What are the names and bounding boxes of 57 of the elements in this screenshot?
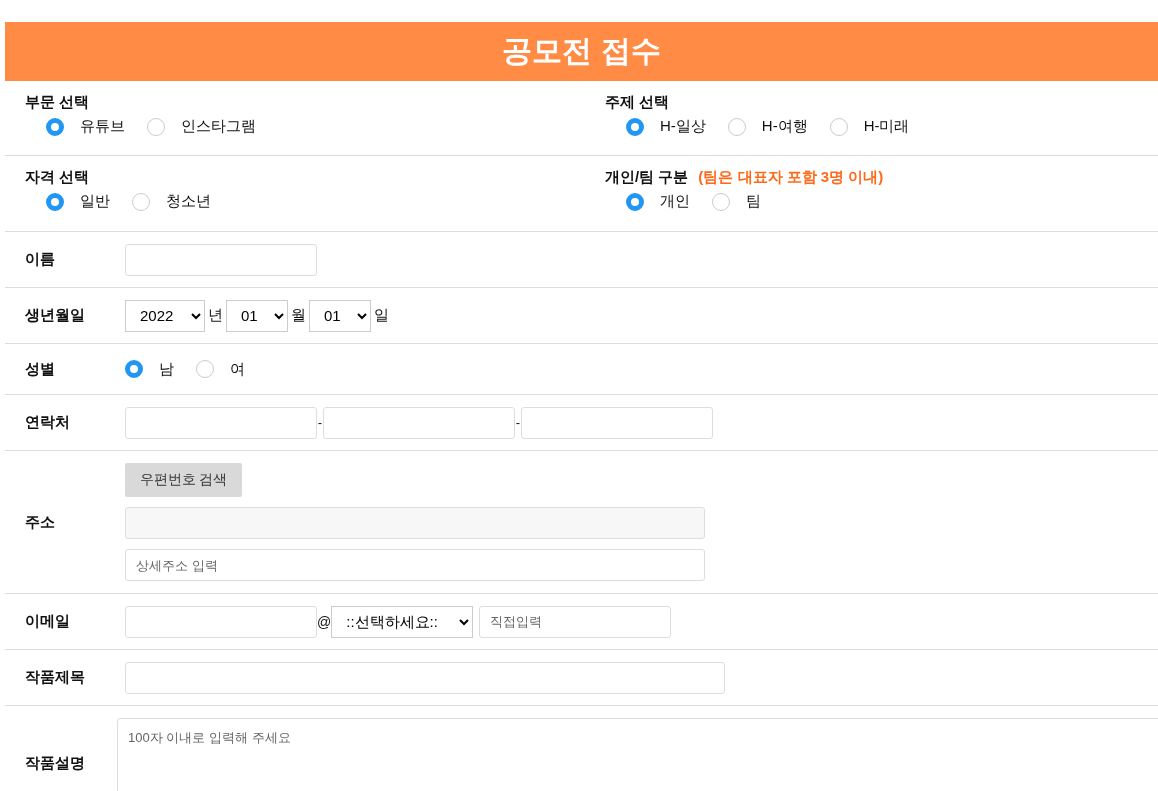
address-field[interactable] — [125, 507, 705, 539]
date-unit: 년 — [208, 306, 223, 325]
field-label: 작품설명 — [24, 754, 86, 773]
radio-button[interactable] — [196, 360, 214, 378]
option-label[interactable]: H-여행 — [761, 117, 808, 136]
domain-input[interactable]: 직접입력 — [479, 605, 672, 638]
radio-button[interactable] — [829, 117, 848, 136]
option-label[interactable]: 개인 — [660, 192, 690, 211]
field-label: 이메일 — [24, 612, 71, 631]
option-label[interactable]: 팀 — [746, 192, 761, 211]
phone-input[interactable] — [521, 406, 713, 439]
field-label: 성별 — [24, 359, 56, 379]
group-label: 자격 선택 — [25, 168, 90, 187]
postcode-search-button[interactable]: 우편번호 검색 — [125, 463, 242, 497]
phone-input[interactable] — [323, 406, 515, 439]
option-label[interactable]: 여 — [230, 359, 245, 379]
date-unit: 일 — [374, 306, 389, 325]
option-label[interactable]: H-일상 — [660, 117, 706, 136]
radio-button[interactable] — [132, 192, 150, 211]
field-label: 생년월일 — [24, 306, 86, 325]
phone-input[interactable] — [125, 406, 317, 439]
field-label: 작품제목 — [24, 668, 86, 687]
group-note: (팀은 대표자 포함 3명 이내) — [698, 168, 884, 187]
at-sign: @ — [317, 613, 332, 630]
radio-button[interactable] — [712, 192, 730, 211]
option-label[interactable]: 남 — [159, 359, 174, 379]
option-label[interactable]: 유튜브 — [80, 117, 125, 136]
date-select[interactable]: 2022 — [125, 299, 205, 332]
option-label[interactable]: 청소년 — [166, 192, 211, 211]
radio-button[interactable] — [147, 117, 165, 136]
name-input[interactable] — [125, 243, 317, 276]
date-unit: 월 — [291, 306, 306, 325]
dash-separator: - — [515, 415, 521, 430]
group-label: 주제 선택 — [605, 93, 670, 112]
field-label: 이름 — [24, 250, 56, 269]
radio-button[interactable] — [626, 192, 644, 211]
date-select[interactable]: 01 — [309, 299, 371, 332]
email-id-input[interactable] — [125, 605, 317, 638]
radio-button[interactable] — [727, 117, 746, 136]
detail-address-input[interactable]: 상세주소 입력 — [125, 549, 705, 581]
option-label[interactable]: 인스타그램 — [181, 117, 256, 136]
field-label: 연락처 — [24, 413, 71, 432]
group-label: 부문 선택 — [25, 93, 90, 112]
radio-button[interactable] — [125, 360, 143, 378]
radio-button[interactable] — [46, 117, 64, 136]
domain-select[interactable]: ::선택하세요:: — [331, 605, 474, 638]
radio-button[interactable] — [46, 192, 64, 211]
dash-separator: - — [317, 415, 323, 430]
option-label[interactable]: H-미래 — [863, 117, 910, 136]
page-title: 공모전 접수 — [502, 33, 661, 69]
date-select[interactable]: 01 — [226, 299, 288, 332]
option-label[interactable]: 일반 — [80, 192, 110, 211]
radio-button[interactable] — [626, 117, 644, 136]
group-label: 개인/팀 구분 — [605, 168, 689, 187]
description-textarea[interactable]: 100자 이내로 입력해 주세요 — [117, 718, 1158, 791]
title-input[interactable] — [125, 661, 725, 694]
field-label: 주소 — [24, 512, 56, 532]
